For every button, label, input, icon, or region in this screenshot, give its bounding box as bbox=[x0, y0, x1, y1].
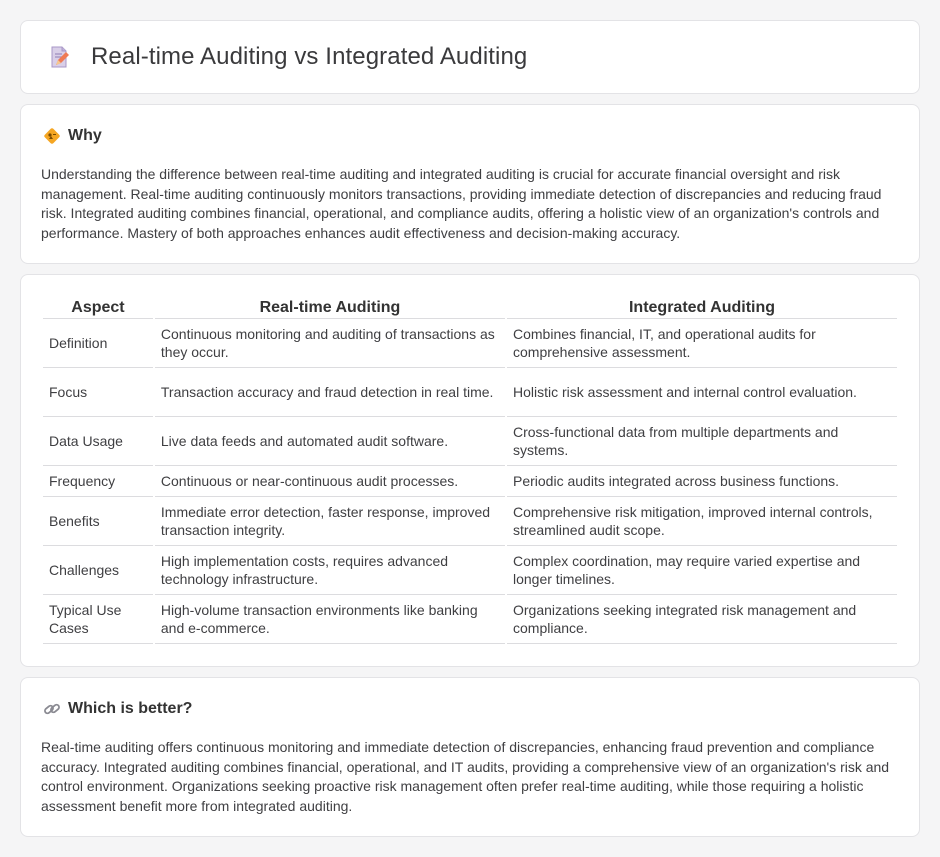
header-real-time: Real-time Auditing bbox=[154, 295, 505, 319]
integrated-cell: Combines financial, IT, and operational … bbox=[507, 319, 897, 368]
why-heading: Why bbox=[68, 127, 102, 144]
table-row: Frequency Continuous or near-continuous … bbox=[43, 466, 897, 497]
real-time-cell: High implementation costs, requires adva… bbox=[154, 546, 505, 595]
integrated-cell: Cross-functional data from multiple depa… bbox=[507, 417, 897, 466]
aspect-cell: Benefits bbox=[43, 497, 153, 546]
which-better-heading: Which is better? bbox=[68, 700, 193, 717]
aspect-cell: Frequency bbox=[43, 466, 153, 497]
real-time-cell: High-volume transaction environments lik… bbox=[154, 595, 505, 644]
integrated-cell: Complex coordination, may require varied… bbox=[507, 546, 897, 595]
comparison-section: Aspect Real-time Auditing Integrated Aud… bbox=[20, 274, 920, 667]
table-row: Focus Transaction accuracy and fraud det… bbox=[43, 368, 897, 417]
title-card: Real-time Auditing vs Integrated Auditin… bbox=[20, 20, 920, 94]
why-text: Understanding the difference between rea… bbox=[41, 166, 882, 241]
table-row: Benefits Immediate error detection, fast… bbox=[43, 497, 897, 546]
aspect-cell: Definition bbox=[43, 319, 153, 368]
table-row: Definition Continuous monitoring and aud… bbox=[43, 319, 897, 368]
header-integrated: Integrated Auditing bbox=[507, 295, 897, 319]
header-aspect: Aspect bbox=[43, 295, 153, 319]
document-pencil-icon bbox=[51, 46, 69, 68]
table-row: Data Usage Live data feeds and automated… bbox=[43, 417, 897, 466]
aspect-cell: Focus bbox=[43, 368, 153, 417]
integrated-cell: Comprehensive risk mitigation, improved … bbox=[507, 497, 897, 546]
real-time-cell: Live data feeds and automated audit soft… bbox=[154, 417, 505, 466]
table-row: Challenges High implementation costs, re… bbox=[43, 546, 897, 595]
real-time-cell: Immediate error detection, faster respon… bbox=[154, 497, 505, 546]
integrated-cell: Periodic audits integrated across busine… bbox=[507, 466, 897, 497]
real-time-cell: Continuous monitoring and auditing of tr… bbox=[154, 319, 505, 368]
why-section: Why Understanding the difference between… bbox=[20, 104, 920, 264]
table-row: Typical Use Cases High-volume transactio… bbox=[43, 595, 897, 644]
integrated-cell: Organizations seeking integrated risk ma… bbox=[507, 595, 897, 644]
which-better-text: Real-time auditing offers continuous mon… bbox=[41, 739, 890, 814]
real-time-cell: Transaction accuracy and fraud detection… bbox=[154, 368, 505, 417]
page-title: Real-time Auditing vs Integrated Auditin… bbox=[91, 43, 528, 70]
comparison-table: Aspect Real-time Auditing Integrated Aud… bbox=[41, 295, 899, 644]
real-time-cell: Continuous or near-continuous audit proc… bbox=[154, 466, 505, 497]
aspect-cell: Typical Use Cases bbox=[43, 595, 153, 644]
aspect-cell: Data Usage bbox=[43, 417, 153, 466]
aspect-cell: Challenges bbox=[43, 546, 153, 595]
which-better-section: Which is better? Real-time auditing offe… bbox=[20, 677, 920, 837]
link-icon bbox=[44, 703, 60, 715]
integrated-cell: Holistic risk assessment and internal co… bbox=[507, 368, 897, 417]
diamond-sign-icon bbox=[44, 128, 60, 144]
